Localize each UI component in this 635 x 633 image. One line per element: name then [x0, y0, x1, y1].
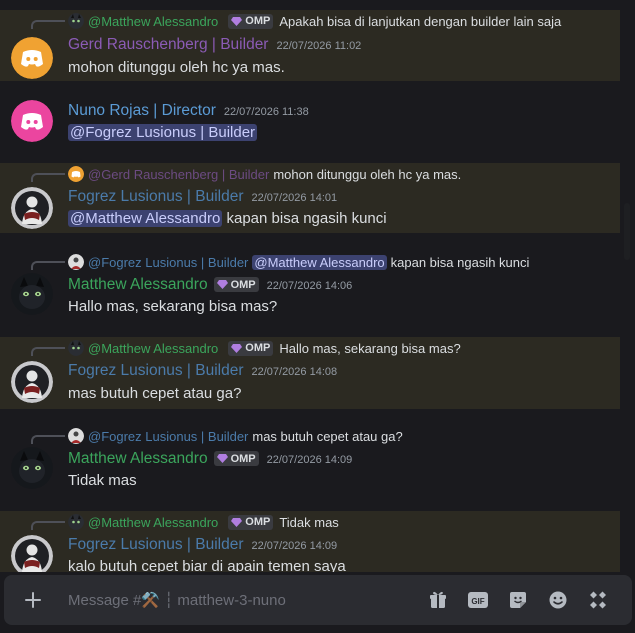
timestamp: 22/07/2026 14:09 — [251, 540, 338, 552]
timestamp: 22/07/2026 14:08 — [251, 366, 338, 378]
reply-spine — [31, 521, 65, 530]
message-composer[interactable]: Message #⚒️ ┆ matthew-3-nuno GIF — [4, 575, 632, 625]
reply-author[interactable]: @Gerd Rauschenberg | Builder — [88, 167, 269, 182]
reply-preview[interactable]: @Matthew Alessandro OMP Apakah bisa di l… — [68, 12, 561, 30]
reply-preview[interactable]: @Fogrez Lusionus | Builder @Matthew Ales… — [68, 253, 529, 271]
reply-preview[interactable]: @Fogrez Lusionus | Builder mas butuh cep… — [68, 427, 403, 445]
reply-spine — [31, 347, 65, 356]
matthew-mini-avatar — [68, 340, 84, 356]
reply-preview[interactable]: @Matthew Alessandro OMP Hallo mas, sekar… — [68, 339, 461, 357]
reply-spine — [31, 173, 65, 182]
gem-icon — [231, 343, 243, 353]
reply-text: Apakah bisa di lanjutkan dengan builder … — [279, 13, 562, 29]
fogrez-mini-avatar — [68, 428, 84, 444]
discord-avatar-orange[interactable] — [11, 37, 53, 79]
message-text: kalo butuh cepet biar di apain temen say… — [68, 558, 346, 572]
message[interactable]: @Matthew Alessandro OMP Hallo mas, sekar… — [0, 337, 620, 409]
author-name[interactable]: Gerd Rauschenberg | Builder — [68, 36, 268, 54]
author-name[interactable]: Fogrez Lusionus | Builder — [68, 188, 243, 206]
message[interactable]: @Fogrez Lusionus | Builder mas butuh cep… — [0, 425, 620, 497]
reply-spine — [31, 20, 65, 29]
author-name[interactable]: Fogrez Lusionus | Builder — [68, 362, 243, 380]
user-mention[interactable]: @Matthew Alessandro — [68, 210, 223, 227]
reply-author[interactable]: @Fogrez Lusionus | Builder — [88, 429, 248, 444]
timestamp: 22/07/2026 14:06 — [266, 280, 353, 292]
message-input[interactable]: Message #⚒️ ┆ matthew-3-nuno — [68, 591, 286, 609]
omp-tag: OMP — [228, 340, 274, 356]
gem-icon — [216, 280, 228, 289]
message-list: @Matthew Alessandro OMP Apakah bisa di l… — [0, 0, 635, 572]
author-name[interactable]: Nuno Rojas | Director — [68, 102, 216, 120]
omp-tag: OMP — [213, 277, 259, 292]
author-name[interactable]: Matthew Alessandro — [68, 450, 208, 468]
reply-text: kapan bisa ngasih kunci — [390, 254, 530, 270]
message-text: mohon ditunggu oleh hc ya mas. — [68, 59, 285, 76]
message[interactable]: @Gerd Rauschenberg | Builder mohon ditun… — [0, 163, 620, 233]
message-text: mas butuh cepet atau ga? — [68, 385, 242, 402]
matthew-avatar[interactable] — [11, 273, 53, 315]
reply-author[interactable]: @Fogrez Lusionus | Builder — [88, 255, 248, 270]
message[interactable]: @Matthew Alessandro OMP Tidak mas Fogrez… — [0, 511, 620, 572]
gift-icon[interactable] — [426, 588, 450, 612]
gem-icon — [231, 517, 243, 527]
discord-mini-avatar — [68, 166, 84, 182]
scrollbar-thumb[interactable] — [624, 203, 630, 260]
discord-avatar-pink[interactable] — [11, 100, 53, 142]
gif-icon[interactable]: GIF — [466, 588, 490, 612]
reply-text: Hallo mas, sekarang bisa mas? — [279, 340, 461, 356]
reply-preview[interactable]: @Gerd Rauschenberg | Builder mohon ditun… — [68, 165, 461, 183]
reply-author[interactable]: @Matthew Alessandro — [88, 14, 218, 29]
fogrez-mini-avatar — [68, 254, 84, 270]
timestamp: 22/07/2026 14:09 — [266, 454, 353, 466]
author-name[interactable]: Fogrez Lusionus | Builder — [68, 536, 243, 554]
sticker-icon[interactable] — [506, 588, 530, 612]
svg-text:GIF: GIF — [471, 597, 484, 606]
omp-tag: OMP — [213, 451, 259, 466]
matthew-mini-avatar — [68, 13, 84, 29]
message-text: Tidak mas — [68, 472, 137, 489]
gem-icon — [216, 454, 228, 463]
reply-spine — [31, 435, 65, 444]
omp-tag: OMP — [228, 514, 274, 530]
reply-mention[interactable]: @Matthew Alessandro — [252, 254, 387, 270]
plus-icon[interactable] — [20, 587, 46, 613]
reply-text: mohon ditunggu oleh hc ya mas. — [273, 166, 462, 182]
message[interactable]: @Matthew Alessandro OMP Apakah bisa di l… — [0, 10, 620, 81]
reply-author[interactable]: @Matthew Alessandro — [88, 515, 218, 530]
apps-icon[interactable] — [586, 588, 610, 612]
fogrez-avatar[interactable] — [11, 361, 53, 403]
matthew-mini-avatar — [68, 514, 84, 530]
message[interactable]: Nuno Rojas | Director 22/07/2026 11:38 @… — [0, 93, 620, 151]
gem-icon — [231, 16, 243, 26]
reply-text: Tidak mas — [279, 514, 339, 530]
timestamp: 22/07/2026 11:38 — [223, 106, 309, 118]
fogrez-avatar[interactable] — [11, 187, 53, 229]
emoji-icon[interactable] — [546, 588, 570, 612]
matthew-avatar[interactable] — [11, 447, 53, 489]
user-mention[interactable]: @Fogrez Lusionus | Builder — [68, 124, 258, 141]
reply-text: mas butuh cepet atau ga? — [252, 428, 403, 444]
fogrez-avatar[interactable] — [11, 535, 53, 572]
message[interactable]: @Fogrez Lusionus | Builder @Matthew Ales… — [0, 251, 620, 323]
reply-preview[interactable]: @Matthew Alessandro OMP Tidak mas — [68, 513, 339, 531]
message-text: Hallo mas, sekarang bisa mas? — [68, 298, 278, 315]
author-name[interactable]: Matthew Alessandro — [68, 276, 208, 294]
omp-tag: OMP — [228, 13, 274, 29]
timestamp: 22/07/2026 14:01 — [251, 192, 338, 204]
reply-spine — [31, 261, 65, 270]
message-text: kapan bisa ngasih kunci — [226, 210, 387, 227]
timestamp: 22/07/2026 11:02 — [276, 40, 362, 52]
reply-author[interactable]: @Matthew Alessandro — [88, 341, 218, 356]
